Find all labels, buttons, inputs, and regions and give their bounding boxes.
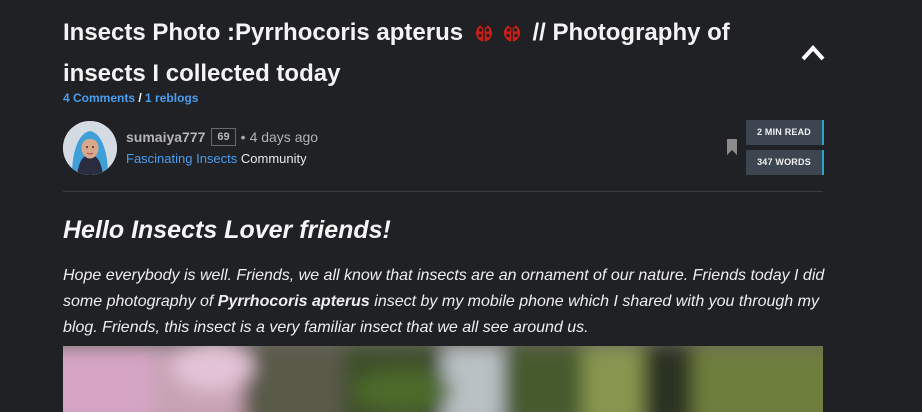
meta-separator: / (135, 91, 146, 105)
header-divider (63, 191, 823, 192)
reputation-badge: 69 (211, 128, 236, 146)
post-heading: Hello Insects Lover friends! (63, 216, 391, 244)
post-meta-links: 4 Comments / 1 reblogs (63, 91, 198, 105)
ladybug-icon (472, 17, 496, 55)
collapse-up-icon[interactable] (799, 42, 827, 64)
reblogs-link[interactable]: 1 reblogs (145, 91, 198, 105)
post-title-text: Insects Photo :Pyrrhocoris apterus (63, 19, 464, 46)
post-paragraph: Hope everybody is well. Friends, we all … (63, 263, 825, 341)
author-name[interactable]: sumaiya777 (126, 129, 205, 145)
word-count-badge: 347 WORDS (746, 150, 824, 175)
community-suffix: Community (237, 151, 307, 166)
bullet-separator: • (240, 129, 246, 145)
read-time-badge: 2 MIN READ (746, 120, 824, 145)
paragraph-bold-species: Pyrrhocoris apterus (217, 293, 370, 310)
ladybug-icon (500, 17, 524, 55)
community-line: Fascinating Insects Community (126, 151, 307, 166)
comments-link[interactable]: 4 Comments (63, 91, 135, 105)
post-page: Insects Photo :Pyrrhocoris apterus // Ph… (0, 0, 922, 412)
insect-photo[interactable] (63, 346, 823, 412)
community-link[interactable]: Fascinating Insects (126, 151, 237, 166)
post-time: 4 days ago (249, 129, 319, 145)
author-line: sumaiya777 69 • 4 days ago (126, 128, 318, 146)
bookmark-icon[interactable] (727, 139, 737, 155)
post-title: Insects Photo :Pyrrhocoris apterus // Ph… (63, 14, 753, 93)
avatar[interactable] (63, 121, 117, 175)
